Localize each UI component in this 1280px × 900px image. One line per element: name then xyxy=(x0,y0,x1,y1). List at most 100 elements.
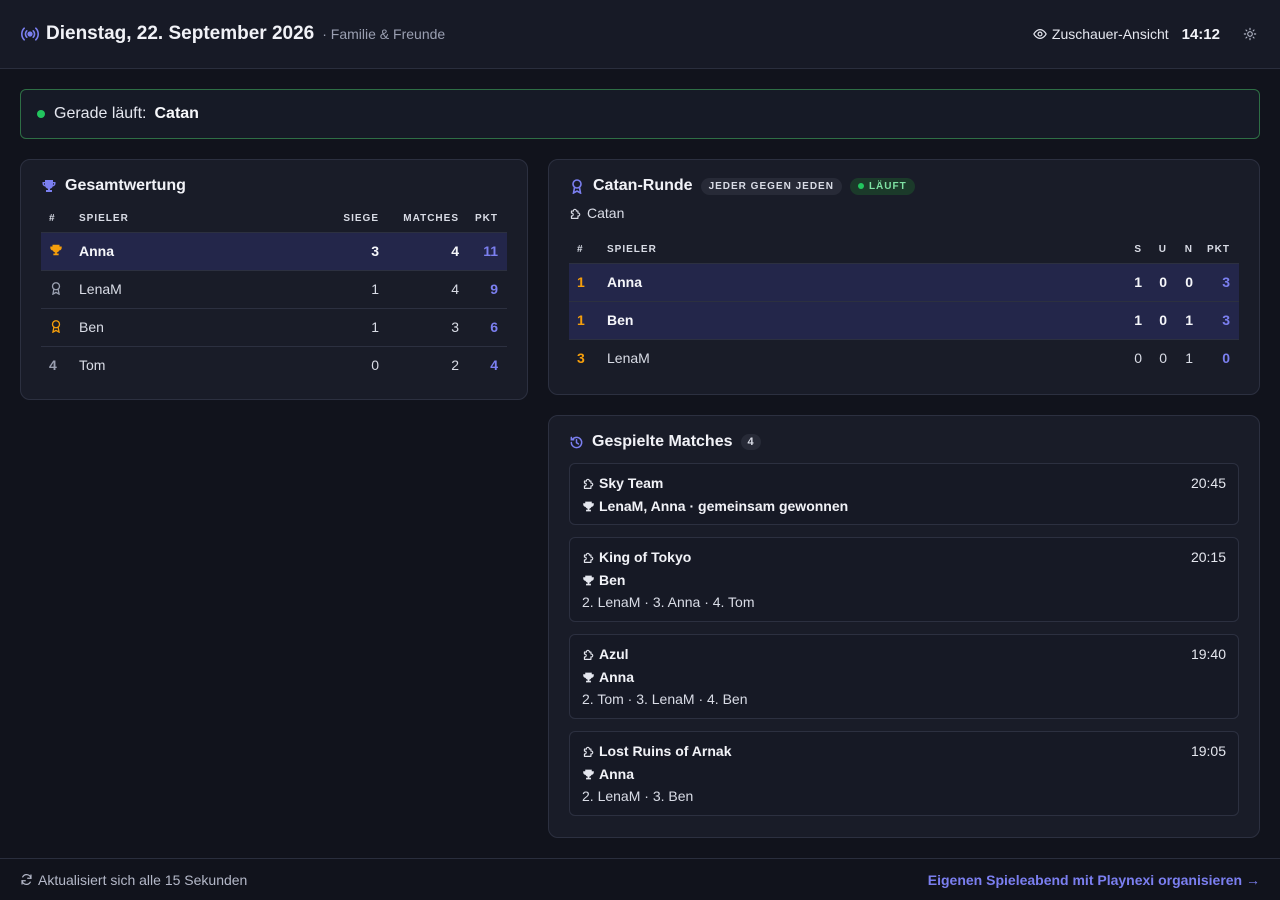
match-card[interactable]: King of Tokyo 20:15 Ben 2. LenaM · 3. An… xyxy=(569,537,1239,622)
points-cell: 3 xyxy=(1197,262,1239,301)
matches-header: Gespielte Matches 4 xyxy=(569,433,1239,451)
card-title: Gesamtwertung xyxy=(65,177,186,194)
match-card[interactable]: Azul 19:40 Anna 2. Tom · 3. LenaM · 4. B… xyxy=(569,634,1239,719)
matches-cell: 4 xyxy=(379,269,469,308)
rank-cell xyxy=(41,269,79,308)
table-row: Ben 1 3 6 xyxy=(41,307,507,346)
match-other-placements: 2. LenaM · 3. Ben xyxy=(582,788,694,804)
organize-game-night-link[interactable]: Eigenen Spieleabend mit Playnexi organis… xyxy=(928,872,1260,888)
round-game: Catan xyxy=(569,205,1239,221)
puzzle-piece-icon xyxy=(583,552,594,563)
points-cell: 9 xyxy=(469,269,507,308)
column-header-rank: # xyxy=(49,213,56,225)
draws-cell: 0 xyxy=(1146,262,1171,301)
column-header-wins: Siege xyxy=(343,213,379,225)
trophy-icon xyxy=(583,575,594,585)
overall-standings-table: # Spieler Siege Matches Pkt Anna 3 4 11 xyxy=(41,206,507,384)
trophy-icon xyxy=(583,501,594,511)
rank-cell: 3 xyxy=(569,338,607,377)
trophy-icon xyxy=(42,180,56,192)
rank-cell: 1 xyxy=(569,262,607,301)
trophy-icon xyxy=(583,672,594,682)
round-header: Catan-Runde Jeder gegen Jeden Läuft xyxy=(569,177,1239,195)
puzzle-piece-icon xyxy=(583,649,594,660)
match-time: 20:15 xyxy=(1190,549,1226,565)
table-row: 1 Ben 1 0 1 3 xyxy=(569,300,1239,339)
player-name: Anna xyxy=(607,262,1116,301)
card-title: Gespielte Matches xyxy=(592,433,733,450)
top-bar: Dienstag, 22. September 2026 · Familie &… xyxy=(0,0,1280,69)
player-name: Ben xyxy=(607,300,1116,339)
round-game-name: Catan xyxy=(587,205,625,221)
match-card[interactable]: Lost Ruins of Arnak 19:05 Anna 2. LenaM … xyxy=(569,731,1239,816)
puzzle-piece-icon xyxy=(583,746,594,757)
table-row: LenaM 1 4 9 xyxy=(41,269,507,308)
card-title: Catan-Runde xyxy=(593,177,693,194)
column-header-matches: Matches xyxy=(403,213,459,225)
viewer-mode-label: Zuschauer-Ansicht xyxy=(1051,26,1169,42)
column-header-rank: # xyxy=(577,244,584,256)
rank-cell: 1 xyxy=(569,300,607,339)
rank-cell xyxy=(41,231,79,270)
player-name: LenaM xyxy=(79,269,319,308)
column-header-draws: U xyxy=(1158,244,1167,256)
matches-cell: 3 xyxy=(379,307,469,346)
wins-cell: 3 xyxy=(319,231,379,270)
match-game-name: Sky Team xyxy=(599,475,664,491)
trophy-gold-icon xyxy=(50,244,62,255)
matches-cell: 4 xyxy=(379,231,469,270)
draws-cell: 0 xyxy=(1146,338,1171,377)
now-playing-label: Gerade läuft: xyxy=(54,105,147,122)
matches-cell: 2 xyxy=(379,345,469,384)
auto-refresh-label: Aktualisiert sich alle 15 Sekunden xyxy=(38,871,248,888)
table-row: Anna 3 4 11 xyxy=(41,231,507,270)
player-name: Tom xyxy=(79,345,319,384)
losses-cell: 1 xyxy=(1171,338,1197,377)
match-winner: Anna xyxy=(599,669,634,685)
medal-silver-icon xyxy=(51,281,61,295)
footer: Aktualisiert sich alle 15 Sekunden Eigen… xyxy=(0,858,1280,900)
table-row: 4 Tom 0 2 4 xyxy=(41,345,507,384)
status-badge-label: Läuft xyxy=(868,180,907,192)
history-icon xyxy=(570,436,583,448)
wins-cell: 1 xyxy=(1116,262,1146,301)
player-name: Ben xyxy=(79,307,319,346)
match-time: 20:45 xyxy=(1190,475,1226,491)
award-ribbon-icon xyxy=(572,179,582,194)
player-name: LenaM xyxy=(607,338,1116,377)
overall-standings-header: Gesamtwertung xyxy=(41,177,507,195)
theme-toggle-button[interactable] xyxy=(1240,24,1260,44)
group-name: · Familie & Freunde xyxy=(322,26,446,42)
eye-icon xyxy=(1033,29,1047,39)
broadcast-icon xyxy=(20,24,40,44)
match-card[interactable]: Sky Team 20:45 LenaM, Anna · gemeinsam g… xyxy=(569,463,1239,525)
sun-icon xyxy=(1243,27,1257,41)
mode-badge: Jeder gegen Jeden xyxy=(700,177,842,195)
match-time: 19:40 xyxy=(1190,646,1226,662)
column-header-player: Spieler xyxy=(607,244,657,256)
points-cell: 0 xyxy=(1197,338,1239,377)
match-other-placements: 2. Tom · 3. LenaM · 4. Ben xyxy=(582,691,748,707)
puzzle-piece-icon xyxy=(570,208,581,219)
draws-cell: 0 xyxy=(1146,300,1171,339)
wins-cell: 1 xyxy=(319,269,379,308)
match-winner: Ben xyxy=(599,572,626,588)
losses-cell: 1 xyxy=(1171,300,1197,339)
match-winner: LenaM, Anna · gemeinsam gewonnen xyxy=(599,498,849,514)
match-game-name: Azul xyxy=(599,646,629,662)
round-standings-table: # Spieler S U N Pkt 1 Anna 1 0 0 3 1 Ben… xyxy=(569,237,1239,377)
live-dot-icon xyxy=(857,183,864,189)
trophy-icon xyxy=(583,769,594,779)
match-list: Sky Team 20:45 LenaM, Anna · gemeinsam g… xyxy=(569,463,1239,816)
points-cell: 11 xyxy=(469,231,507,270)
clock: 14:12 xyxy=(1181,25,1220,43)
page-title: Dienstag, 22. September 2026 xyxy=(46,23,315,44)
match-game-name: King of Tokyo xyxy=(599,549,692,565)
live-dot-icon xyxy=(37,110,45,118)
now-playing-banner: Gerade läuft: Catan xyxy=(20,89,1260,139)
wins-cell: 1 xyxy=(1116,300,1146,339)
column-header-points: Pkt xyxy=(1207,244,1230,256)
table-row: 3 LenaM 0 0 1 0 xyxy=(569,338,1239,377)
round-standings-card: Catan-Runde Jeder gegen Jeden Läuft Cata… xyxy=(548,159,1260,395)
played-matches-card: Gespielte Matches 4 Sky Team 20:45 LenaM… xyxy=(548,415,1260,838)
